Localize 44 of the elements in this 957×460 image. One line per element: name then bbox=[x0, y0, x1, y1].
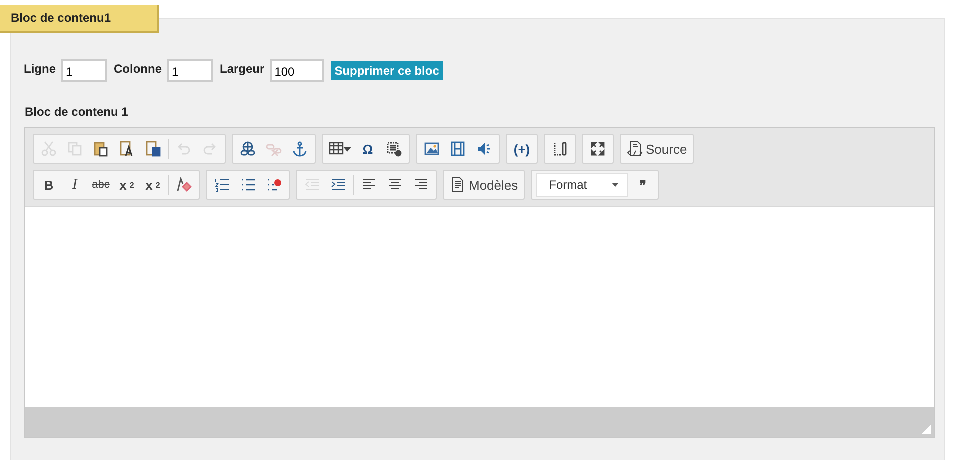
clipboard-icon bbox=[119, 141, 135, 157]
resize-grip-icon[interactable] bbox=[922, 425, 931, 434]
undo-icon bbox=[176, 141, 192, 157]
image-icon bbox=[424, 141, 440, 157]
film-icon bbox=[450, 141, 466, 157]
show-blocks-icon bbox=[552, 141, 568, 157]
field-label: Largeur bbox=[220, 62, 265, 76]
toolbar-button[interactable]: I bbox=[62, 172, 88, 198]
toolbar-button[interactable]: Ω bbox=[355, 136, 381, 162]
source-code-icon bbox=[627, 141, 643, 157]
format-dropdown[interactable]: Format bbox=[536, 173, 628, 197]
clipboard-icon bbox=[145, 141, 161, 157]
toolbar-button[interactable]: abc bbox=[88, 172, 114, 198]
caret-icon bbox=[612, 183, 620, 187]
link-icon bbox=[240, 141, 256, 157]
eraser-icon bbox=[176, 177, 192, 193]
input-field[interactable]: 1 bbox=[61, 59, 107, 82]
toolbar-button[interactable]: (+) bbox=[509, 136, 535, 162]
outdent-icon bbox=[304, 177, 320, 193]
bullet-list-icon bbox=[240, 177, 256, 193]
copy-icon bbox=[67, 141, 83, 157]
list-badge-icon bbox=[266, 177, 282, 193]
table-icon bbox=[329, 141, 351, 157]
editor-label: Bloc de contenu 1 bbox=[25, 105, 130, 119]
block-tab[interactable]: Bloc de contenu1 bbox=[0, 5, 159, 33]
input-field[interactable]: 100 bbox=[270, 59, 324, 82]
anchor-icon bbox=[292, 141, 308, 157]
field-label: Ligne bbox=[24, 62, 56, 76]
redo-icon bbox=[202, 141, 218, 157]
indent-icon bbox=[330, 177, 346, 193]
numbered-list-icon bbox=[214, 177, 230, 193]
maximize-icon bbox=[590, 141, 606, 157]
toolbar-button[interactable]: ❞ bbox=[630, 172, 656, 198]
toolbar-button[interactable]: B bbox=[36, 172, 62, 198]
toolbar-button[interactable]: x$^{2}$ bbox=[140, 172, 166, 198]
speaker-icon bbox=[476, 141, 492, 157]
source-button[interactable]: Source bbox=[623, 136, 692, 162]
clipboard-icon bbox=[93, 141, 109, 157]
field-label: Colonne bbox=[114, 62, 162, 76]
frame-icon bbox=[386, 141, 402, 157]
input-field[interactable]: 1 bbox=[167, 59, 213, 82]
scissors-icon bbox=[41, 141, 57, 157]
templates-button[interactable]: Modèles bbox=[446, 172, 522, 198]
document-icon bbox=[450, 177, 466, 193]
